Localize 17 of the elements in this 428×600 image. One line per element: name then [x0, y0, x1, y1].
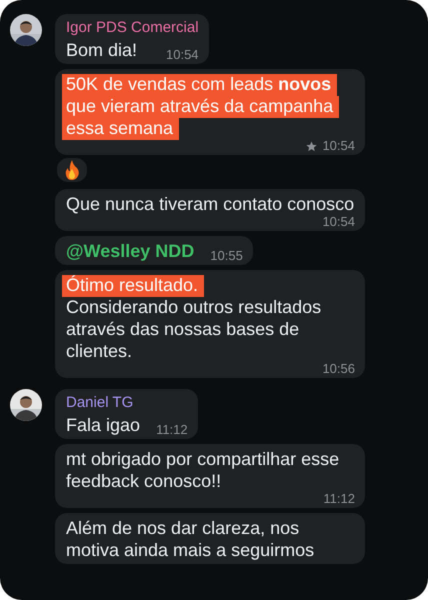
sender-name: Daniel TG: [66, 393, 134, 413]
message-text: Fala igao: [66, 414, 140, 436]
message-text: mt obrigado por compartilhar esse feedback conosco!!: [66, 448, 340, 492]
message-text: Considerando outros resultados através das nossas bases de clientes.: [66, 296, 322, 362]
message-text: Bom dia!: [66, 39, 138, 61]
mention-link[interactable]: @Weslley NDD: [66, 240, 194, 262]
message-text: Além de nos dar clareza, nos motiva ainda mais a seguirmos: [66, 517, 316, 561]
message-time: 10:54: [166, 48, 199, 62]
fire-icon: [64, 160, 80, 180]
message-time: 10:55: [210, 249, 243, 263]
message-time: 11:12: [156, 423, 188, 437]
message-time: 10:54: [322, 139, 355, 153]
sender-name: Igor PDS Comercial: [66, 18, 199, 38]
message-text: Que nunca tiveram contato conosco: [66, 193, 354, 215]
message-time: 10:56: [322, 362, 355, 376]
message-time: 10:54: [322, 215, 355, 229]
message-time: 11:12: [323, 492, 355, 506]
